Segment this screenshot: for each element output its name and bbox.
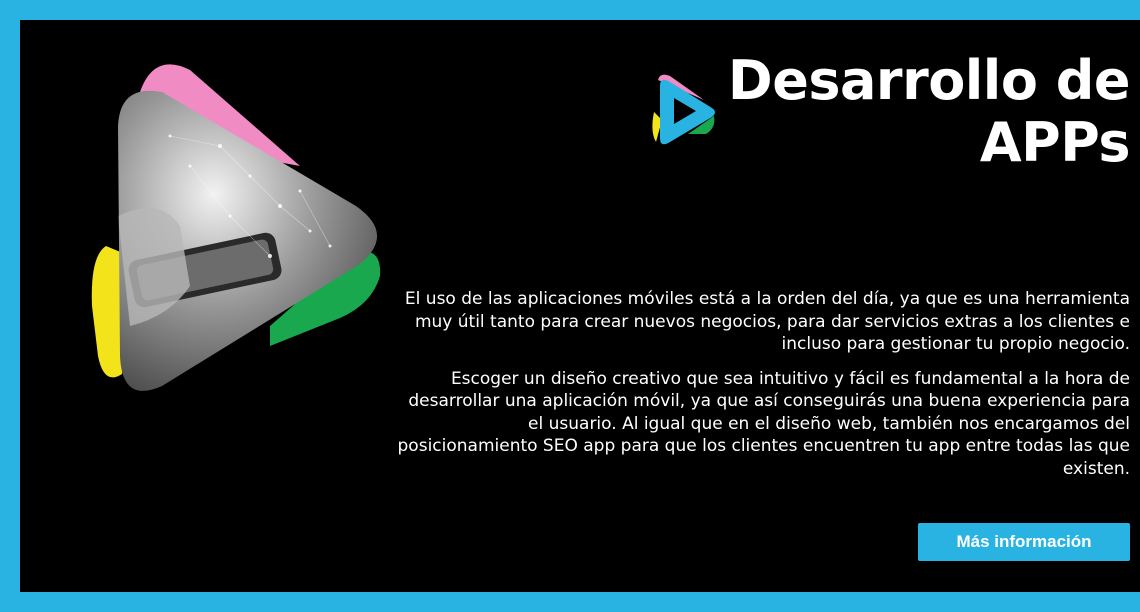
more-info-button[interactable]: Más información [918,523,1130,561]
page-title: Desarrollo de APPs [610,49,1131,174]
page-frame: Desarrollo de APPs El uso de las aplicac… [0,0,1140,612]
title-line-2: APPs [979,111,1131,174]
title-line-1: Desarrollo de [727,49,1131,112]
play-triangle-phone-image [70,56,390,401]
content-panel: Desarrollo de APPs El uso de las aplicac… [20,20,1140,592]
description: El uso de las aplicaciones móviles está … [390,288,1130,492]
description-paragraph-1: El uso de las aplicaciones móviles está … [404,289,1130,354]
description-paragraph-2: Escoger un diseño creativo que sea intui… [397,368,1130,479]
